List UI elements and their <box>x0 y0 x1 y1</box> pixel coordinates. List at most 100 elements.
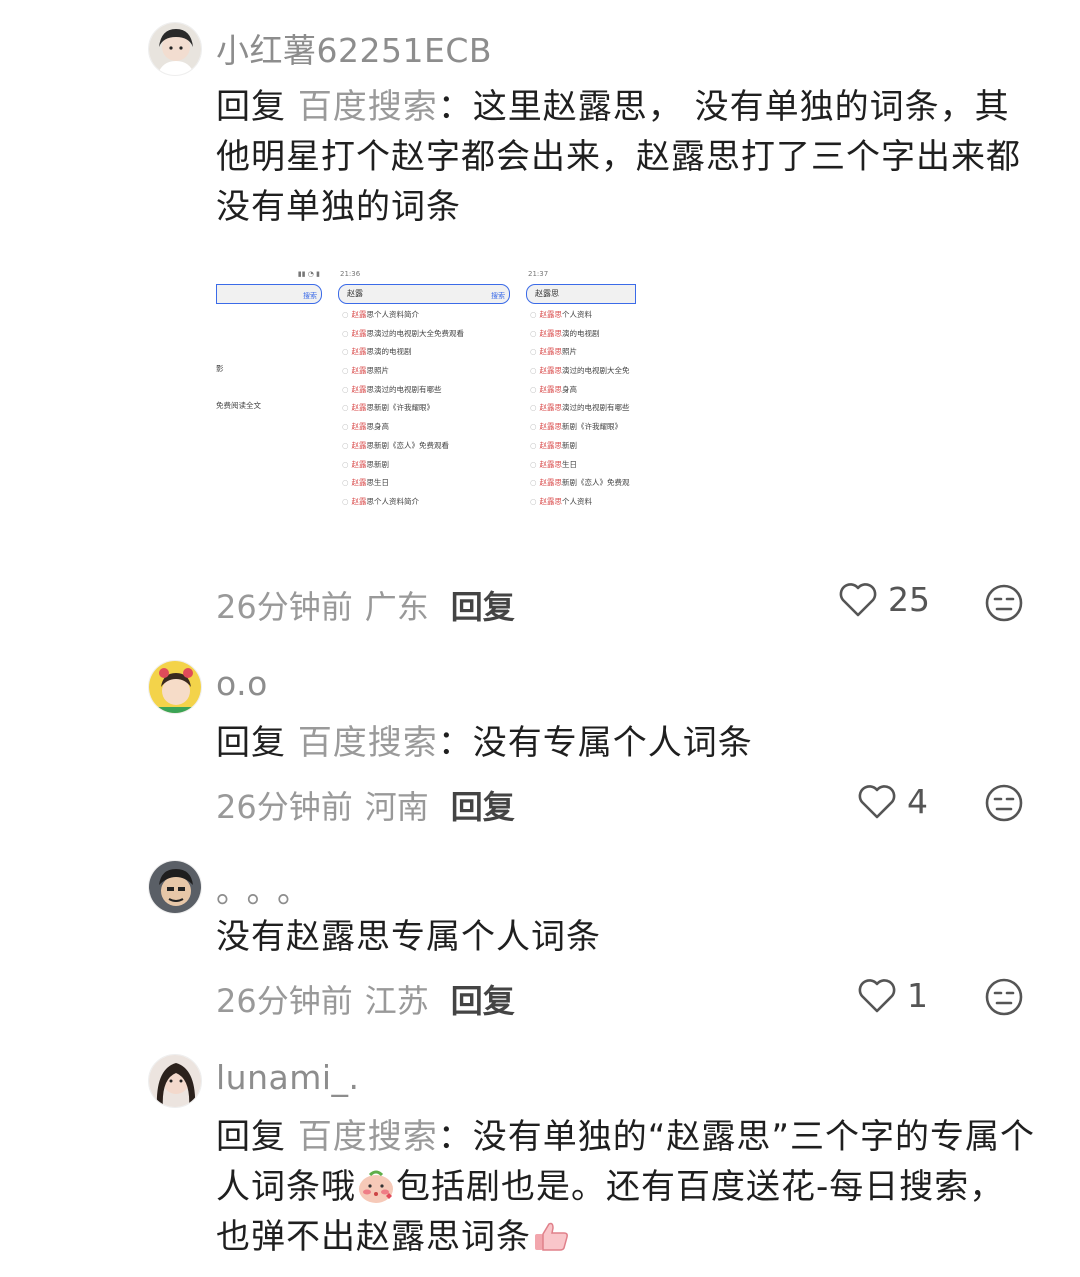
status-bar: ▮▮ ◔ ▮ <box>297 270 320 278</box>
suggestion-highlight: 赵露 <box>351 459 367 469</box>
suggestion-row: ○ 赵露思演过的电视剧大全免费观看 <box>334 325 514 344</box>
suggestion-row: ○ 赵露思演的电视剧 <box>522 325 636 344</box>
search-icon: ○ <box>342 478 349 488</box>
heart-outline-icon <box>839 582 877 616</box>
suggestion-text: 个人资料 <box>562 310 593 319</box>
suggestion-highlight: 赵露 <box>351 347 367 357</box>
suggestion-row: ○ 赵露思生日 <box>334 474 514 493</box>
search-screenshot-middle: 21:36 赵露 搜索 ○ 赵露思个人资料简介 ○ 赵露思演过的电视剧大全免费观看 ○ 赵… <box>334 270 514 520</box>
suggestion-text: 思生日 <box>366 478 390 488</box>
suggestion-text: 思身高 <box>366 422 390 432</box>
avatar[interactable] <box>148 22 202 76</box>
suggestion-row: 影 <box>216 364 224 373</box>
location: 江苏 <box>364 982 429 1020</box>
suggestion-row: 免费阅读全文 <box>216 401 261 411</box>
search-icon: ○ <box>530 440 537 450</box>
reply-target[interactable]: 百度搜索 <box>298 723 438 763</box>
suggestion-row <box>216 324 326 342</box>
reply-button[interactable]: 回复 <box>451 788 515 826</box>
search-query: 赵露思 <box>535 289 559 298</box>
status-bar: 21:37 <box>522 270 636 282</box>
search-icon: ○ <box>342 310 349 319</box>
suggestion-highlight: 赵露思 <box>539 310 563 319</box>
like-count: 4 <box>907 782 928 821</box>
suggestion-text: 思新剧 <box>366 459 390 469</box>
avatar[interactable] <box>148 860 202 914</box>
comment-body: ：没有专属个人词条 <box>437 723 753 763</box>
heart-outline-icon <box>858 978 896 1012</box>
timestamp: 26分钟前 <box>216 588 353 626</box>
suggestion-highlight: 赵露思 <box>539 384 563 394</box>
thumbs-up-emoji <box>535 1222 568 1251</box>
search-icon: ○ <box>342 496 349 506</box>
heart-outline-icon <box>858 784 896 818</box>
search-icon: ○ <box>342 328 349 338</box>
suggestion-row: ○ 赵露思新剧 <box>522 437 636 456</box>
avatar-image <box>149 861 201 913</box>
suggestion-highlight: 赵露思 <box>539 478 563 488</box>
status-time: 21:37 <box>528 270 549 278</box>
expressionless-face-icon[interactable] <box>984 783 1024 823</box>
suggestion-text: 思演过的电视剧大全免费观看 <box>366 328 465 338</box>
suggestion-text: 演过的电视剧大全免 <box>562 366 630 376</box>
comment-text: 没有赵露思专属个人词条 <box>216 912 1036 962</box>
comment-text: 回复 百度搜索：没有单独的“赵露思”三个字的专属个人词条哦 包括剧也是。还有百度… <box>216 1112 1036 1262</box>
attached-image[interactable]: ▮▮ ◔ ▮ 搜索 影 免费阅读全文 21:36 赵露 搜索 ○ 赵露思个人资料简… <box>216 270 636 520</box>
suggestion-text: 个人资料 <box>562 496 593 506</box>
suggestion-text: 身高 <box>562 384 578 394</box>
search-button: 搜索 <box>303 292 317 300</box>
search-button: 搜索 <box>491 292 505 300</box>
avatar-image <box>149 1055 201 1107</box>
like-button[interactable]: 1 <box>857 976 928 1015</box>
suggestion-row: ○ 赵露思演过的电视剧大全免 <box>522 362 636 381</box>
like-button[interactable]: 4 <box>857 782 928 821</box>
comment-meta: 26分钟前 河南 回复 <box>216 782 515 828</box>
suggestion-highlight: 赵露 <box>351 366 367 376</box>
expressionless-face-icon[interactable] <box>984 583 1024 623</box>
suggestion-row: ○ 赵露思身高 <box>334 418 514 437</box>
avatar[interactable] <box>148 660 202 714</box>
username[interactable]: lunami_. <box>216 1058 360 1097</box>
comment-meta: 26分钟前 江苏 回复 <box>216 976 515 1022</box>
suggestion-row: ○ 赵露思新剧《恋人》免费观 <box>522 474 636 493</box>
username[interactable]: 。。。 <box>216 864 324 912</box>
reply-target[interactable]: 百度搜索 <box>298 1117 438 1157</box>
timestamp: 26分钟前 <box>216 982 353 1020</box>
suggestion-highlight: 赵露 <box>351 440 367 450</box>
search-icon: ○ <box>530 310 537 319</box>
search-bar: 搜索 <box>216 284 322 304</box>
expressionless-face-icon[interactable] <box>984 977 1024 1017</box>
reply-prefix: 回复 <box>216 87 286 127</box>
location: 广东 <box>364 588 429 626</box>
suggestion-row: ○ 赵露思个人资料 <box>522 493 636 512</box>
like-button[interactable]: 25 <box>838 580 930 619</box>
search-icon: ○ <box>530 328 537 338</box>
suggestion-text: 新剧《许我耀眼》 <box>562 422 623 432</box>
suggestion-highlight: 赵露思 <box>539 422 563 432</box>
suggestion-row: ○ 赵露思照片 <box>522 343 636 362</box>
avatar[interactable] <box>148 1054 202 1108</box>
reply-target[interactable]: 百度搜索 <box>298 87 438 127</box>
comment-meta: 26分钟前 广东 回复 <box>216 582 515 628</box>
suggestion-highlight: 赵露思 <box>539 366 563 376</box>
reply-button[interactable]: 回复 <box>451 982 515 1020</box>
search-icon: ○ <box>342 403 349 413</box>
search-icon: ○ <box>530 403 537 413</box>
search-icon: ○ <box>342 366 349 376</box>
avatar-image <box>149 661 201 713</box>
search-icon: ○ <box>530 422 537 432</box>
suggestion-highlight: 赵露思 <box>539 496 563 506</box>
suggestion-row <box>216 379 326 398</box>
reply-prefix: 回复 <box>216 1117 286 1157</box>
suggestion-text: 照片 <box>562 347 578 357</box>
search-icon: ○ <box>342 347 349 357</box>
suggestion-highlight: 赵露思 <box>539 440 563 450</box>
suggestion-text: 思个人资料简介 <box>366 496 420 506</box>
suggestion-highlight: 赵露 <box>351 478 367 488</box>
suggestion-text: 思演的电视剧 <box>366 347 412 357</box>
username[interactable]: o.o <box>216 664 268 703</box>
username[interactable]: 小红薯62251ECB <box>216 24 492 72</box>
suggestion-row: ○ 赵露思个人资料简介 <box>334 306 514 325</box>
search-screenshot-right: 21:37 赵露思 ○ 赵露思个人资料 ○ 赵露思演的电视剧 ○ 赵露思照片 ○ 赵露思演过的… <box>522 270 636 520</box>
reply-button[interactable]: 回复 <box>451 588 515 626</box>
